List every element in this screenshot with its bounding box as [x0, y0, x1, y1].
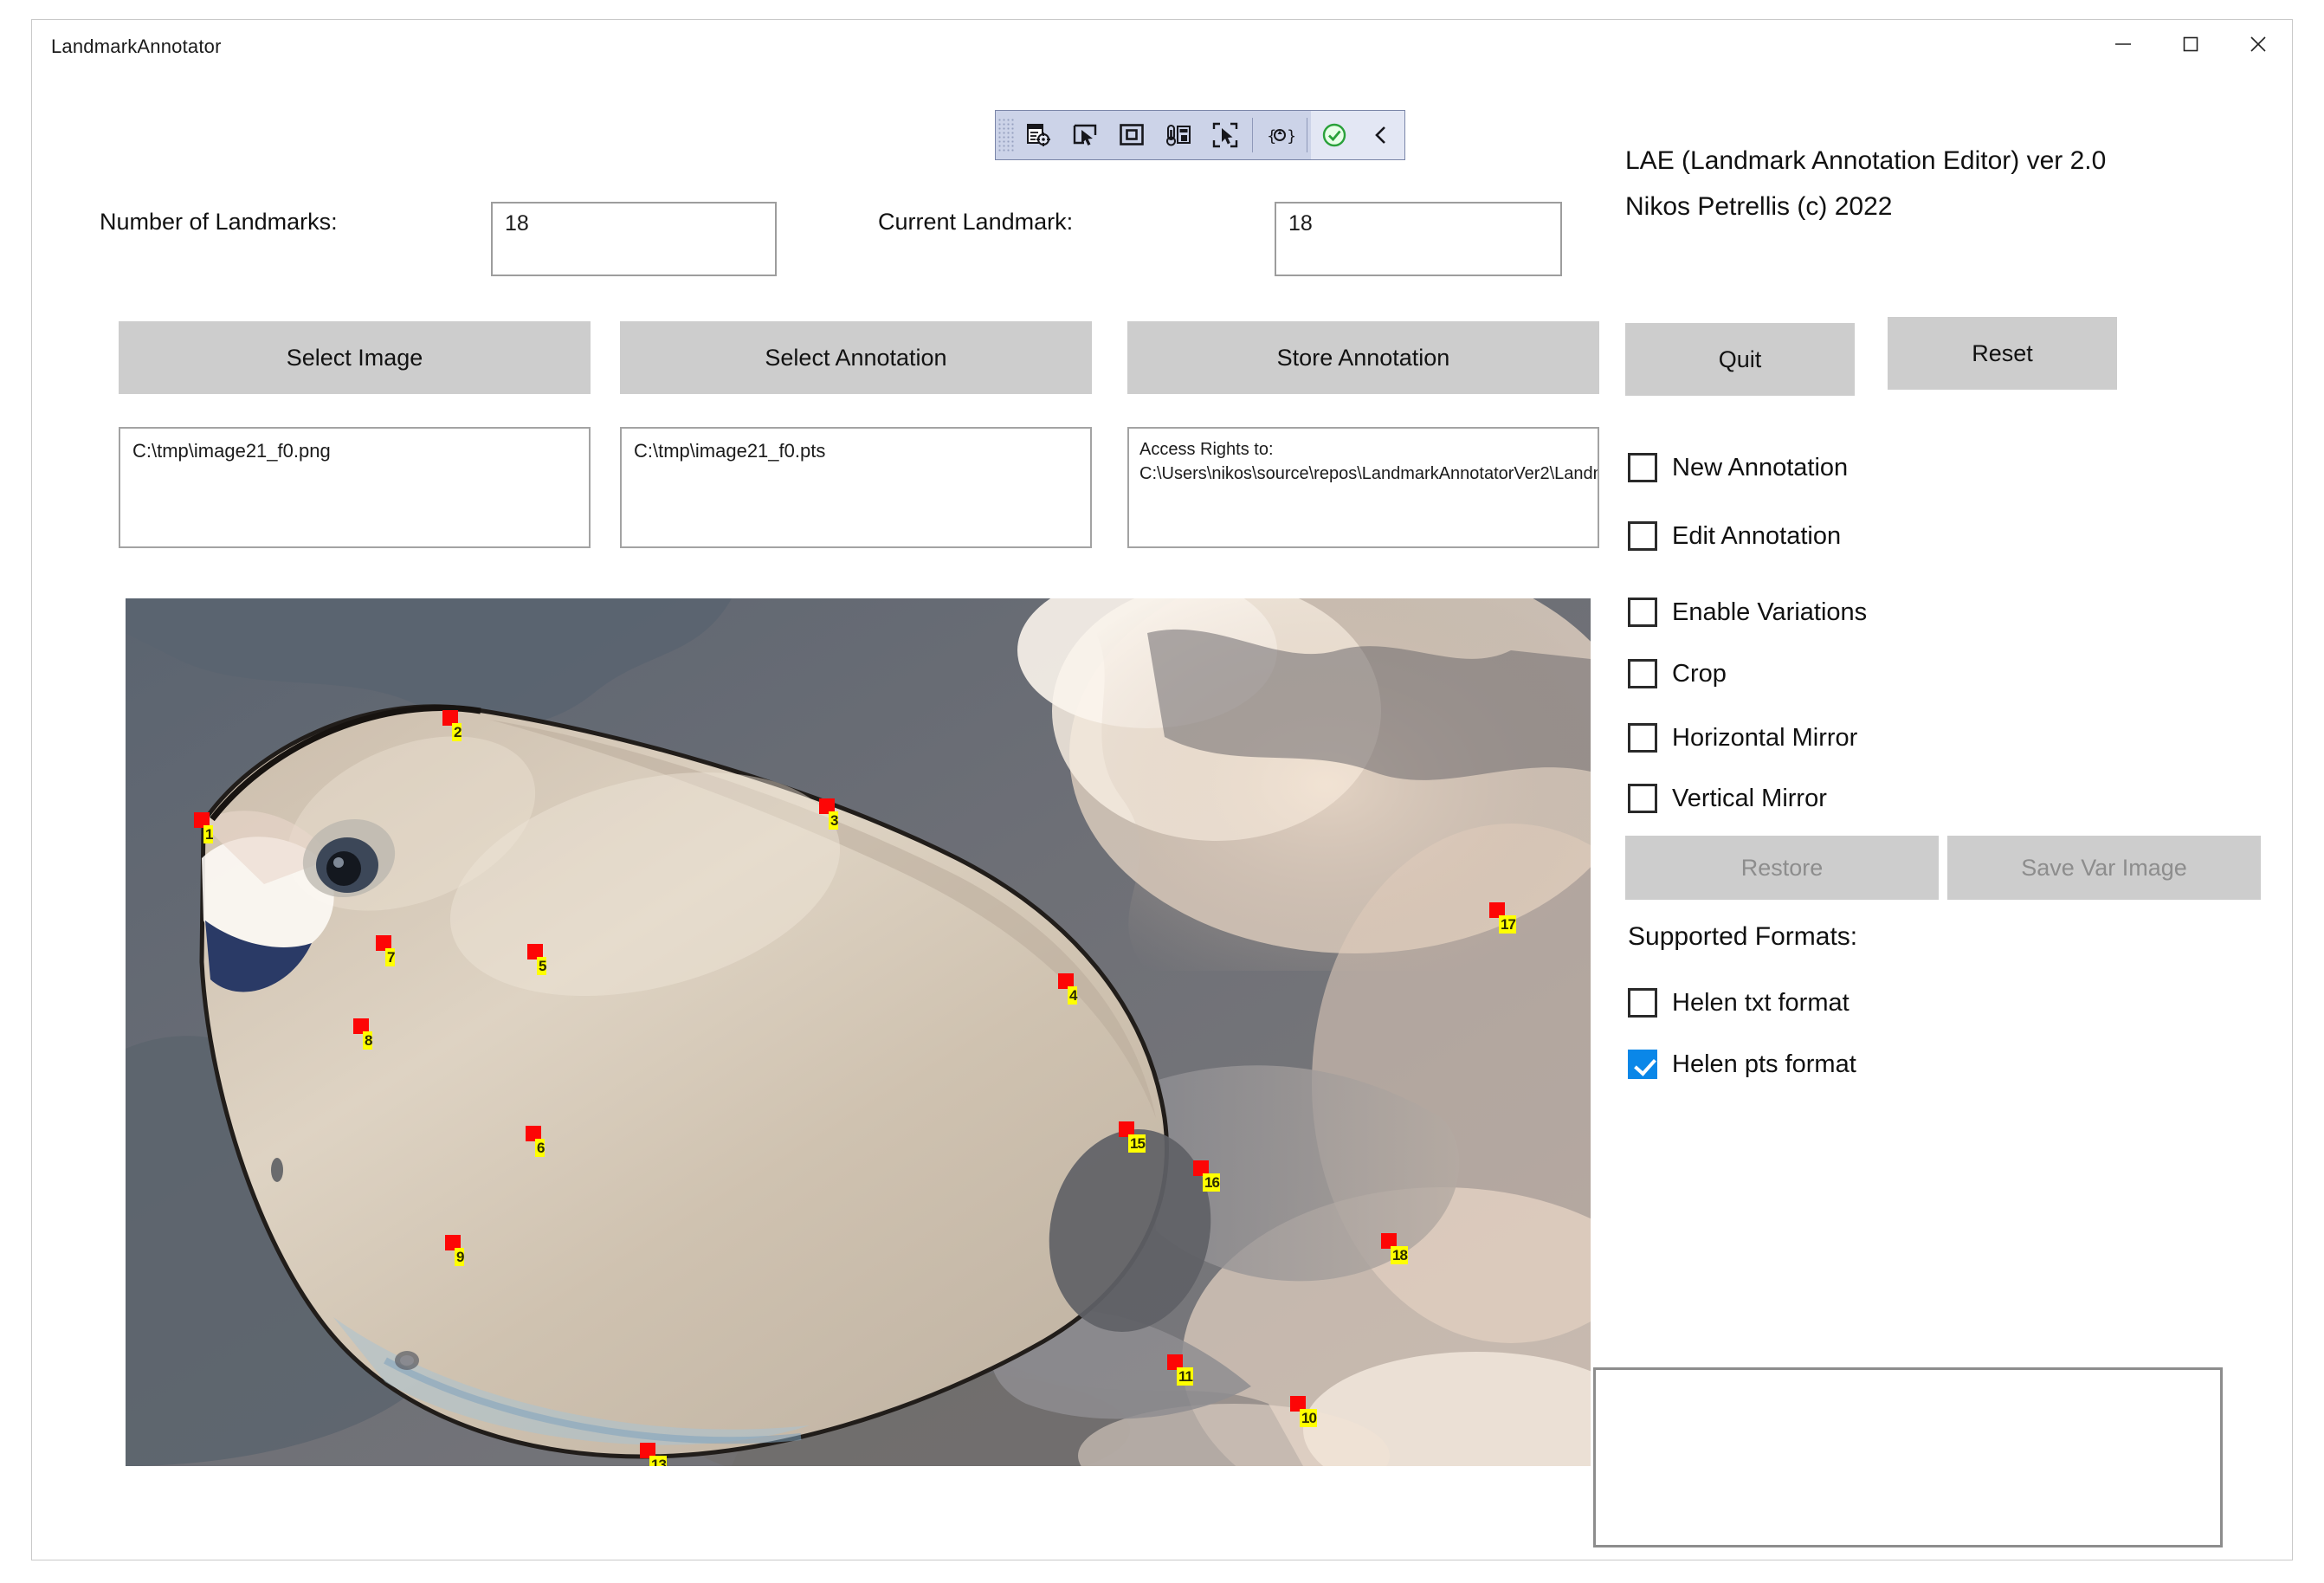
option-crop[interactable]: Crop — [1628, 659, 1727, 688]
checkbox-new-annotation[interactable] — [1628, 453, 1657, 482]
number-of-landmarks-value: 18 — [505, 211, 529, 236]
option-edit-annotation[interactable]: Edit Annotation — [1628, 521, 1841, 551]
format-label: Helen txt format — [1672, 989, 1850, 1018]
app-window: LandmarkAnnotator — [31, 19, 2293, 1560]
display-layout-adorner-icon[interactable] — [1108, 115, 1155, 155]
current-landmark-label: Current Landmark: — [878, 209, 1073, 236]
store-annotation-button[interactable]: Store Annotation — [1127, 321, 1599, 394]
app-about-line1: LAE (Landmark Annotation Editor) ver 2.0 — [1625, 143, 2106, 180]
option-label: New Annotation — [1672, 454, 1848, 482]
landmark-label: 7 — [385, 948, 395, 966]
window-controls — [2089, 20, 2292, 68]
landmark-label: 13 — [649, 1456, 667, 1466]
current-landmark-value: 18 — [1288, 211, 1313, 236]
checkbox-enable-variations[interactable] — [1628, 598, 1657, 627]
landmark-label: 16 — [1203, 1173, 1220, 1192]
status-message-text — [1596, 1370, 2220, 1394]
status-message-box[interactable] — [1593, 1367, 2223, 1547]
option-label: Crop — [1672, 660, 1727, 688]
checkbox-horizontal-mirror[interactable] — [1628, 723, 1657, 753]
toolbar-drag-handle[interactable] — [997, 118, 1015, 152]
checkbox-edit-annotation[interactable] — [1628, 521, 1657, 551]
landmark-label: 15 — [1128, 1134, 1146, 1153]
option-vertical-mirror[interactable]: Vertical Mirror — [1628, 784, 1827, 813]
landmark-label: 11 — [1177, 1367, 1193, 1386]
number-of-landmarks-label: Number of Landmarks: — [100, 209, 338, 236]
save-var-image-button[interactable]: Save Var Image — [1947, 836, 2261, 900]
reset-button[interactable]: Reset — [1888, 317, 2117, 390]
format-helen-pts[interactable]: Helen pts format — [1628, 1050, 1856, 1079]
maximize-icon — [2179, 33, 2202, 55]
toolbar-status-group — [1311, 111, 1404, 159]
option-label: Horizontal Mirror — [1672, 724, 1857, 753]
landmark-label: 9 — [455, 1248, 464, 1266]
close-button[interactable] — [2224, 20, 2292, 68]
designer-toolbar[interactable]: { } — [995, 110, 1405, 160]
supported-formats-title: Supported Formats: — [1628, 922, 1857, 952]
select-element-icon[interactable] — [1062, 115, 1108, 155]
option-horizontal-mirror[interactable]: Horizontal Mirror — [1628, 723, 1857, 753]
annotation-path-box[interactable]: C:\tmp\image21_f0.pts — [620, 427, 1092, 548]
window-title: LandmarkAnnotator — [51, 36, 222, 58]
landmark-label: 6 — [535, 1139, 545, 1157]
app-about-line2: Nikos Petrellis (c) 2022 — [1625, 189, 1892, 226]
checkbox-vertical-mirror[interactable] — [1628, 784, 1657, 813]
option-label: Enable Variations — [1672, 598, 1867, 627]
title-bar: LandmarkAnnotator — [32, 20, 2292, 68]
restore-button[interactable]: Restore — [1625, 836, 1939, 900]
landmark-label: 4 — [1068, 986, 1077, 1005]
select-element-in-designer-icon[interactable] — [1202, 115, 1249, 155]
format-helen-txt[interactable]: Helen txt format — [1628, 988, 1850, 1018]
number-of-landmarks-input[interactable]: 18 — [491, 202, 777, 276]
toolbar-separator — [1252, 118, 1253, 152]
landmark-label: 3 — [829, 811, 838, 830]
option-enable-variations[interactable]: Enable Variations — [1628, 598, 1867, 627]
checkbox-helen-pts-format[interactable] — [1628, 1050, 1657, 1079]
select-image-button[interactable]: Select Image — [119, 321, 591, 394]
landmark-label: 18 — [1391, 1246, 1408, 1264]
landmark-label: 8 — [363, 1031, 372, 1050]
hot-reload-icon[interactable]: { } — [1256, 115, 1303, 155]
option-label: Vertical Mirror — [1672, 785, 1827, 813]
maximize-button[interactable] — [2157, 20, 2224, 68]
minimize-icon — [2112, 33, 2134, 55]
checkbox-helen-txt-format[interactable] — [1628, 988, 1657, 1018]
option-new-annotation[interactable]: New Annotation — [1628, 453, 1848, 482]
minimize-button[interactable] — [2089, 20, 2157, 68]
xaml-validation-icon[interactable] — [1311, 115, 1358, 155]
landmark-label: 17 — [1499, 915, 1516, 934]
current-landmark-input[interactable]: 18 — [1275, 202, 1562, 276]
landmark-label: 5 — [537, 957, 546, 975]
track-focused-element-icon[interactable] — [1155, 115, 1202, 155]
close-icon — [2247, 33, 2269, 55]
image-path-box[interactable]: C:\tmp\image21_f0.png — [119, 427, 591, 548]
fish-photo — [126, 598, 1591, 1466]
landmark-label: 10 — [1300, 1409, 1317, 1427]
select-annotation-button[interactable]: Select Annotation — [620, 321, 1092, 394]
svg-text:}: } — [1287, 127, 1294, 145]
checkbox-crop[interactable] — [1628, 659, 1657, 688]
store-status-box[interactable]: Access Rights to: C:\Users\nikos\source\… — [1127, 427, 1599, 548]
landmark-label: 1 — [203, 825, 213, 843]
landmark-label: 2 — [452, 723, 462, 741]
go-to-live-visual-tree-icon[interactable] — [1015, 115, 1062, 155]
collapse-icon[interactable] — [1358, 115, 1404, 155]
annotation-canvas[interactable]: 1 2 3 4 5 6 7 8 9 10 11 12 13 14 15 16 1… — [126, 598, 1591, 1466]
quit-button[interactable]: Quit — [1625, 323, 1855, 396]
format-label: Helen pts format — [1672, 1050, 1856, 1079]
option-label: Edit Annotation — [1672, 522, 1841, 551]
